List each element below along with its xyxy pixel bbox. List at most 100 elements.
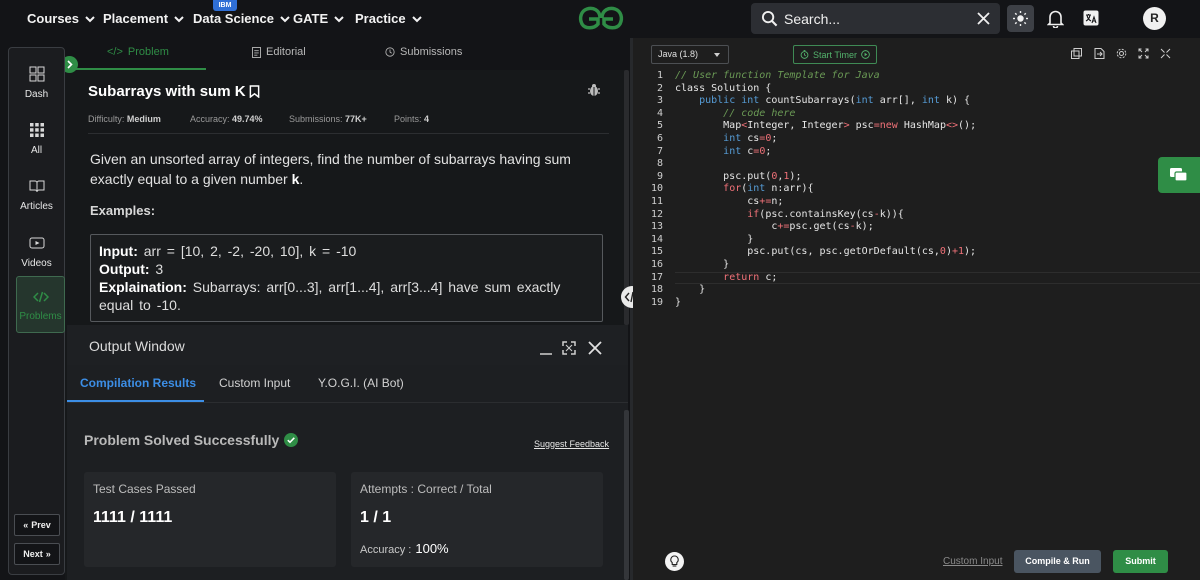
top-navbar: Courses Placement IBM Data Science GATE … <box>0 0 1200 38</box>
copy-icon[interactable] <box>1071 48 1082 59</box>
sidebar-item-all[interactable]: All <box>9 114 64 164</box>
code-line: } <box>675 258 730 270</box>
collapse-icon[interactable] <box>1160 48 1171 59</box>
line-number: 17 <box>650 271 663 283</box>
prev-button[interactable]: « Prev <box>14 514 60 536</box>
difficulty-value: Medium <box>126 114 161 124</box>
check-circle-icon <box>284 433 299 447</box>
compile-run-button[interactable]: Compile & Run <box>1014 550 1101 573</box>
search-box[interactable] <box>751 3 1000 34</box>
lightbulb-icon <box>670 555 679 567</box>
line-number: 15 <box>650 246 663 258</box>
sidebar-item-articles[interactable]: Articles <box>9 170 64 220</box>
minimize-icon[interactable] <box>539 342 553 356</box>
code-line: class Solution { <box>675 82 772 94</box>
code-line: if(psc.containsKey(cs-k)){ <box>747 208 904 220</box>
bug-icon[interactable] <box>587 83 601 97</box>
chat-icon <box>1170 168 1188 182</box>
sidebar-item-label: Videos <box>21 258 52 269</box>
next-button[interactable]: Next » <box>14 543 60 565</box>
meta-label: Accuracy: <box>190 114 230 124</box>
search-input[interactable] <box>784 9 964 28</box>
accuracy-line: Accuracy :100% <box>360 541 449 556</box>
code-line: cs+=n; <box>675 195 784 207</box>
nav-courses[interactable]: Courses <box>27 11 95 26</box>
tab-compilation-results[interactable]: Compilation Results <box>80 376 196 390</box>
difficulty-meta: Difficulty: Medium <box>88 114 161 124</box>
line-number: 6 <box>656 132 663 144</box>
bookmark-icon[interactable] <box>249 85 260 98</box>
chevron-down-icon <box>85 15 95 22</box>
sidebar-panel: Dash All Articles Videos Problems « Prev <box>8 47 65 575</box>
theme-toggle-button[interactable] <box>1007 5 1034 32</box>
settings-icon[interactable] <box>1116 48 1127 59</box>
sidebar-item-label: Problems <box>19 311 62 322</box>
custom-input-link[interactable]: Custom Input <box>943 556 1002 567</box>
nav-gate[interactable]: GATE <box>293 11 344 26</box>
output-tabs: Compilation Results Custom Input Y.O.G.I… <box>67 365 628 403</box>
tab-editorial[interactable]: Editorial <box>252 46 306 58</box>
translate-icon[interactable] <box>1083 10 1099 26</box>
example-input-value: arr = [10, 2, -2, -20, 10], k = -10 <box>143 243 357 259</box>
example-output-label: Output: <box>99 261 150 277</box>
nav-placement[interactable]: Placement <box>103 11 184 26</box>
expand-icon[interactable] <box>562 341 576 355</box>
sidebar-item-dash[interactable]: Dash <box>9 58 64 108</box>
example-box: Input: arr = [10, 2, -2, -20, 10], k = -… <box>90 234 603 322</box>
example-explanation-line: Explaination: Subarrays: arr[0...3], arr… <box>99 278 594 314</box>
code-editor[interactable]: 1 2 3 4 5 6 7 8 9 10 11 12 13 14 15 16 17 18 19 // User fu… <box>633 70 1200 538</box>
attempts-label: Attempts : Correct / Total <box>360 482 492 496</box>
line-number: 8 <box>656 158 663 170</box>
tab-yogi-bot[interactable]: Y.O.G.I. (AI Bot) <box>318 376 404 390</box>
line-number: 19 <box>650 296 663 308</box>
code-line: psc.put(0,1); <box>675 170 802 182</box>
nav-practice[interactable]: Practice <box>355 11 422 26</box>
sun-icon <box>1013 11 1028 26</box>
tab-submissions[interactable]: Submissions <box>385 46 462 58</box>
code-line: psc.put(cs, psc.getOrDefault(cs,0)+1); <box>675 246 977 258</box>
video-icon <box>29 237 45 249</box>
expand-sidebar-button[interactable] <box>65 56 78 73</box>
gfg-logo[interactable] <box>576 5 626 31</box>
hint-button[interactable] <box>665 552 684 571</box>
tab-label: Editorial <box>266 46 306 58</box>
sidebar-item-videos[interactable]: Videos <box>9 227 64 277</box>
ibm-badge: IBM <box>213 0 237 11</box>
line-number: 10 <box>650 183 663 195</box>
line-number: 7 <box>656 145 663 157</box>
bell-icon[interactable] <box>1047 9 1064 28</box>
status-message: Problem Solved Successfully <box>84 432 299 448</box>
attempts-value: 1 / 1 <box>360 509 392 526</box>
code-line: // code here <box>723 107 796 119</box>
submit-button[interactable]: Submit <box>1113 550 1168 573</box>
start-timer-button[interactable]: Start Timer <box>793 45 877 64</box>
output-window-title: Output Window <box>89 338 185 354</box>
fullscreen-icon[interactable] <box>1138 48 1149 59</box>
chat-button[interactable] <box>1158 157 1200 193</box>
upload-file-icon[interactable] <box>1094 48 1105 59</box>
close-icon[interactable] <box>588 341 602 355</box>
output-window: Output Window Compilation Results Custom… <box>67 325 628 580</box>
suggest-feedback-link[interactable]: Suggest Feedback <box>534 439 609 449</box>
status-text: Problem Solved Successfully <box>84 432 280 448</box>
code-content[interactable]: // User function Template for Java class… <box>675 70 976 309</box>
divider <box>88 133 609 134</box>
accuracy-value: 49.74% <box>232 114 263 124</box>
clock-icon <box>385 47 395 57</box>
test-cases-value: 1111 / 1111 <box>93 509 173 526</box>
line-number: 3 <box>656 95 663 107</box>
sidebar-item-problems[interactable]: Problems <box>16 276 65 333</box>
code-line: return c; <box>723 271 778 283</box>
tab-problem[interactable]: </> Problem <box>107 46 169 58</box>
line-number: 14 <box>650 233 663 245</box>
language-select[interactable]: Java (1.8) <box>651 45 729 64</box>
output-scrollbar[interactable] <box>624 410 629 580</box>
sidebar-item-label: Articles <box>20 201 53 212</box>
avatar[interactable]: R <box>1143 7 1166 30</box>
close-icon[interactable] <box>977 12 990 25</box>
nav-data-science[interactable]: Data Science <box>193 11 290 26</box>
chevron-down-icon <box>280 15 290 22</box>
tab-custom-input[interactable]: Custom Input <box>219 376 290 390</box>
line-number-gutter: 1 2 3 4 5 6 7 8 9 10 11 12 13 14 15 16 17 18 19 <box>633 70 671 309</box>
